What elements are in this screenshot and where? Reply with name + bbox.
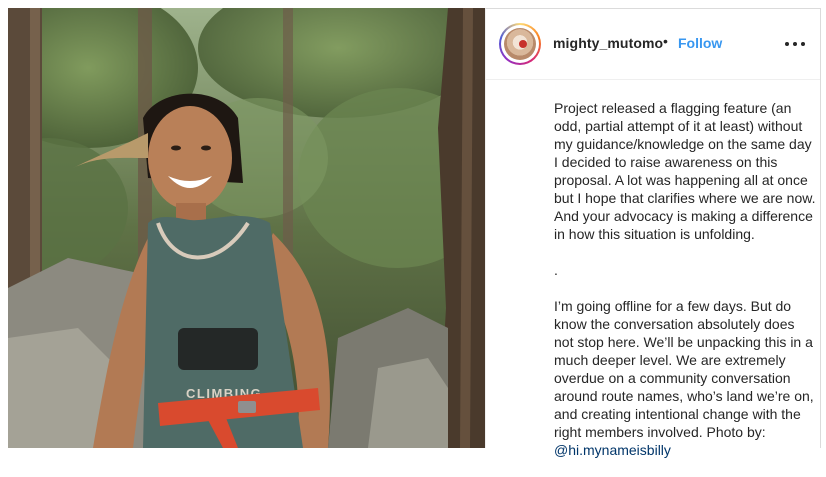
more-options-icon[interactable] — [783, 35, 807, 51]
caption-divider: . — [554, 262, 558, 278]
climber-photo-illustration: CLIMBING — [8, 8, 485, 448]
post-caption: Project released a flagging feature (an … — [554, 81, 816, 477]
follow-button[interactable]: Follow — [678, 35, 722, 51]
profile-avatar[interactable] — [499, 23, 541, 65]
instagram-post: CLIMBING mighty_mutomo • Follow Project … — [0, 0, 826, 458]
post-header: mighty_mutomo • Follow — [486, 9, 820, 80]
separator-dot: • — [663, 33, 668, 49]
caption-paragraph-2-text: I’m going offline for a few days. But do… — [554, 298, 814, 440]
caption-paragraph-1: Project released a flagging feature (an … — [554, 100, 816, 242]
post-sidebar: mighty_mutomo • Follow Project released … — [485, 8, 821, 458]
avatar-image — [504, 28, 536, 60]
photographer-mention-link[interactable]: @hi.mynameisbilly — [554, 442, 671, 458]
username-link[interactable]: mighty_mutomo — [553, 35, 663, 51]
caption-paragraph-2: I’m going offline for a few days. But do… — [554, 297, 816, 459]
post-photo[interactable]: CLIMBING — [8, 8, 485, 448]
